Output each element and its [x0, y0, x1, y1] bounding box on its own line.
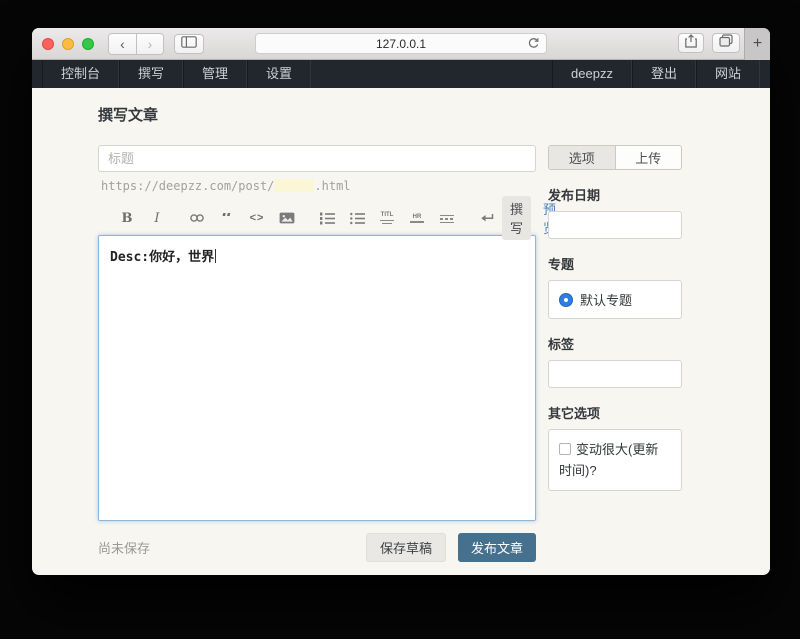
- topic-option-label: 默认专题: [580, 290, 632, 309]
- options-sidebar: 选项 上传 发布日期 专题 默认专题 标签 其它选项 变动很: [548, 145, 682, 562]
- horizontal-rule-icon: HR: [410, 214, 424, 223]
- browser-window: ‹ › 127.0.0.1: [32, 28, 770, 575]
- permalink-preview: https://deepzz.com/post/ .html: [98, 179, 536, 193]
- markdown-editor[interactable]: Desc:你好，世界: [98, 235, 536, 521]
- window-controls: [42, 38, 94, 50]
- horizontal-rule-button[interactable]: HR: [408, 214, 426, 223]
- nav-item-manage[interactable]: 管理: [183, 60, 247, 88]
- heading-button[interactable]: TITL: [378, 212, 396, 224]
- radio-selected-icon[interactable]: [559, 293, 573, 307]
- other-options-box: 变动很大(更新时间)?: [548, 429, 682, 491]
- italic-button[interactable]: I: [148, 211, 166, 226]
- bold-button[interactable]: B: [118, 211, 136, 226]
- write-post-page: 撰写文章 https://deepzz.com/post/ .html B I “…: [32, 88, 770, 562]
- image-icon: [279, 212, 295, 224]
- new-tab-button[interactable]: +: [744, 28, 770, 60]
- show-tabs-button[interactable]: [712, 33, 740, 53]
- navbar-right-group: deepzz 登出 网站: [552, 60, 760, 88]
- nav-item-write[interactable]: 撰写: [119, 60, 183, 88]
- chrome-right-buttons: [678, 33, 740, 53]
- ordered-list-icon: [320, 212, 335, 225]
- sidebar-tabs: 选项 上传: [548, 145, 682, 170]
- publish-date-label: 发布日期: [548, 185, 682, 204]
- write-mode-tab[interactable]: 撰写: [502, 196, 531, 240]
- save-draft-button[interactable]: 保存草稿: [366, 533, 446, 562]
- permalink-slug-highlight: [274, 179, 314, 192]
- undo-button[interactable]: [478, 213, 496, 223]
- text-caret: [215, 249, 216, 263]
- heading-icon: TITL: [380, 212, 394, 224]
- editor-content: Desc:你好，世界: [110, 250, 214, 265]
- tab-options[interactable]: 选项: [549, 146, 615, 169]
- browser-toolbar: ‹ › 127.0.0.1: [32, 28, 770, 60]
- minimize-window-button[interactable]: [62, 38, 74, 50]
- forward-button[interactable]: ›: [136, 34, 163, 54]
- unordered-list-icon: [350, 212, 365, 225]
- nav-item-settings[interactable]: 设置: [247, 60, 311, 88]
- code-button[interactable]: <>: [248, 212, 266, 224]
- ordered-list-button[interactable]: [318, 212, 336, 225]
- share-button[interactable]: [678, 33, 704, 53]
- address-bar[interactable]: 127.0.0.1: [255, 33, 547, 54]
- nav-item-dashboard[interactable]: 控制台: [42, 60, 119, 88]
- topic-option-row[interactable]: 默认专题: [559, 290, 671, 309]
- save-status-text: 尚未保存: [98, 538, 150, 557]
- nav-item-site[interactable]: 网站: [696, 60, 760, 88]
- share-icon: [685, 34, 697, 53]
- close-window-button[interactable]: [42, 38, 54, 50]
- nav-item-username[interactable]: deepzz: [552, 60, 632, 88]
- post-title-input[interactable]: [98, 145, 536, 172]
- page-title: 撰写文章: [98, 104, 770, 125]
- history-nav-group: ‹ ›: [108, 33, 164, 55]
- address-text: 127.0.0.1: [376, 37, 426, 51]
- publish-button[interactable]: 发布文章: [458, 533, 536, 562]
- image-button[interactable]: [278, 212, 296, 224]
- tags-label: 标签: [548, 334, 682, 353]
- editor-footer: 尚未保存 保存草稿 发布文章: [98, 533, 536, 562]
- tab-upload[interactable]: 上传: [615, 146, 682, 169]
- admin-navbar: 控制台 撰写 管理 设置 deepzz 登出 网站: [32, 60, 770, 88]
- major-change-option[interactable]: 变动很大(更新时间)?: [559, 442, 658, 478]
- other-options-label: 其它选项: [548, 403, 682, 422]
- major-change-label: 变动很大(更新时间)?: [559, 442, 658, 478]
- editor-column: https://deepzz.com/post/ .html B I “ <>: [98, 145, 536, 562]
- link-button[interactable]: [188, 213, 206, 223]
- tabs-overview-icon: [719, 34, 733, 52]
- topic-label: 专题: [548, 254, 682, 273]
- page-break-button[interactable]: [438, 213, 456, 223]
- checkbox-unchecked-icon[interactable]: [559, 443, 571, 455]
- page-break-icon: [440, 213, 454, 223]
- sidebar-toggle-button[interactable]: [174, 34, 204, 54]
- back-button[interactable]: ‹: [109, 34, 136, 54]
- publish-date-input[interactable]: [548, 211, 682, 239]
- markdown-toolbar: B I “ <>: [98, 207, 536, 229]
- zoom-window-button[interactable]: [82, 38, 94, 50]
- topic-list-box: 默认专题: [548, 280, 682, 319]
- undo-icon: [480, 213, 494, 223]
- reload-button[interactable]: [527, 37, 540, 53]
- blockquote-button[interactable]: “: [218, 213, 236, 224]
- sidebar-icon: [181, 35, 197, 53]
- tags-input[interactable]: [548, 360, 682, 388]
- nav-item-logout[interactable]: 登出: [632, 60, 696, 88]
- unordered-list-button[interactable]: [348, 212, 366, 225]
- link-icon: [189, 213, 205, 223]
- permalink-prefix: https://deepzz.com/post/: [101, 179, 274, 193]
- plus-icon: +: [753, 35, 762, 53]
- permalink-suffix: .html: [314, 179, 350, 193]
